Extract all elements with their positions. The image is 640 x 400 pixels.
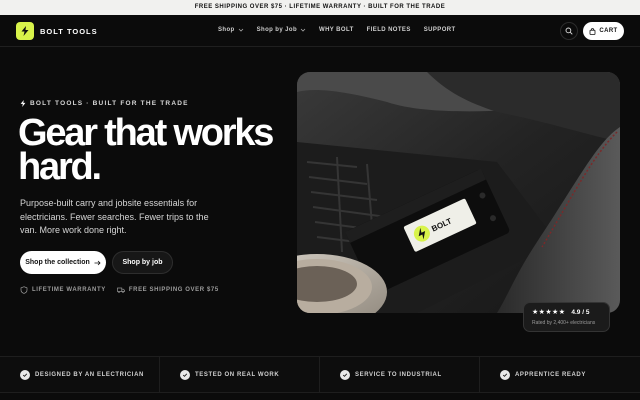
hero-subtext: Purpose-built carry and jobsite essentia… bbox=[20, 198, 209, 235]
trust-label: FREE SHIPPING OVER $75 bbox=[128, 287, 219, 293]
top-nav: BOLT TOOLS Shop Shop by Job WHY BOLT FIE… bbox=[0, 15, 640, 47]
feature-label: TESTED ON REAL WORK bbox=[195, 371, 280, 378]
feature-label: APPRENTICE READY bbox=[515, 371, 586, 378]
nav-item-shop-by-job[interactable]: Shop by Job bbox=[257, 27, 306, 33]
search-button[interactable] bbox=[560, 22, 578, 40]
brand-name: BOLT TOOLS bbox=[40, 26, 98, 36]
feature-bar: DESIGNED BY AN ELECTRICIAN TESTED ON REA… bbox=[0, 356, 640, 393]
nav-item-field-notes[interactable]: FIELD NOTES bbox=[367, 27, 411, 33]
cart-label: CART bbox=[599, 28, 618, 34]
hero-headline: Gear that works hard. bbox=[18, 112, 274, 188]
nav-item-why-bolt[interactable]: WHY BOLT bbox=[319, 27, 354, 33]
feature-item: DESIGNED BY AN ELECTRICIAN bbox=[0, 357, 160, 392]
check-circle-icon bbox=[340, 369, 350, 380]
nav-item-label: WHY BOLT bbox=[319, 27, 354, 33]
star-rating: ★★★★★ bbox=[532, 309, 566, 316]
truck-icon bbox=[117, 287, 125, 293]
rating-card: ★★★★★ 4.9 / 5 Rated by 2,400+ electricia… bbox=[523, 302, 610, 332]
bolt-icon bbox=[20, 100, 26, 107]
trust-row: LIFETIME WARRANTY FREE SHIPPING OVER $75 bbox=[20, 286, 219, 294]
chevron-down-icon bbox=[238, 28, 243, 32]
announcement-bar: FREE SHIPPING OVER $75 · LIFETIME WARRAN… bbox=[0, 0, 640, 15]
feature-item: TESTED ON REAL WORK bbox=[160, 357, 320, 392]
eyebrow-text: BOLT TOOLS · BUILT FOR THE TRADE bbox=[30, 100, 189, 107]
feature-item: SERVICE TO INDUSTRIAL bbox=[320, 357, 480, 392]
cart-button[interactable]: CART bbox=[583, 22, 624, 40]
check-circle-icon bbox=[500, 369, 510, 380]
nav-item-shop[interactable]: Shop bbox=[218, 27, 244, 33]
chevron-down-icon bbox=[300, 28, 306, 32]
feature-label: DESIGNED BY AN ELECTRICIAN bbox=[35, 371, 144, 378]
shield-icon bbox=[20, 286, 28, 294]
rating-subtext: Rated by 2,400+ electricians bbox=[532, 320, 596, 326]
rating-score: 4.9 / 5 bbox=[571, 308, 590, 316]
check-circle-icon bbox=[180, 369, 190, 380]
feature-item: APPRENTICE READY bbox=[480, 357, 640, 392]
search-icon bbox=[565, 27, 573, 35]
nav-item-label: Shop by Job bbox=[256, 27, 298, 33]
shop-collection-button[interactable]: Shop the collection bbox=[20, 251, 106, 274]
button-label: Shop by job bbox=[122, 259, 163, 266]
bolt-icon bbox=[16, 22, 34, 40]
feature-label: SERVICE TO INDUSTRIAL bbox=[355, 371, 442, 378]
check-circle-icon bbox=[20, 369, 30, 380]
brand-logo[interactable]: BOLT TOOLS bbox=[16, 22, 98, 40]
nav-item-label: SUPPORT bbox=[423, 27, 456, 33]
trust-label: LIFETIME WARRANTY bbox=[32, 287, 106, 293]
bag-icon bbox=[589, 27, 596, 35]
hero-product-photo: BOLT bbox=[297, 72, 620, 313]
button-label: Shop the collection bbox=[25, 259, 90, 266]
trust-warranty: LIFETIME WARRANTY bbox=[20, 286, 106, 294]
nav-item-support[interactable]: SUPPORT bbox=[424, 27, 456, 33]
rating-row: ★★★★★ 4.9 / 5 bbox=[532, 308, 601, 317]
arrow-right-icon bbox=[94, 260, 101, 265]
main-menu: Shop Shop by Job WHY BOLT FIELD NOTES SU… bbox=[218, 27, 456, 33]
shop-by-job-button[interactable]: Shop by job bbox=[112, 251, 173, 274]
hero-eyebrow: BOLT TOOLS · BUILT FOR THE TRADE bbox=[20, 100, 189, 107]
nav-item-label: FIELD NOTES bbox=[366, 27, 411, 33]
trust-shipping: FREE SHIPPING OVER $75 bbox=[117, 286, 219, 294]
nav-item-label: Shop bbox=[218, 27, 235, 33]
